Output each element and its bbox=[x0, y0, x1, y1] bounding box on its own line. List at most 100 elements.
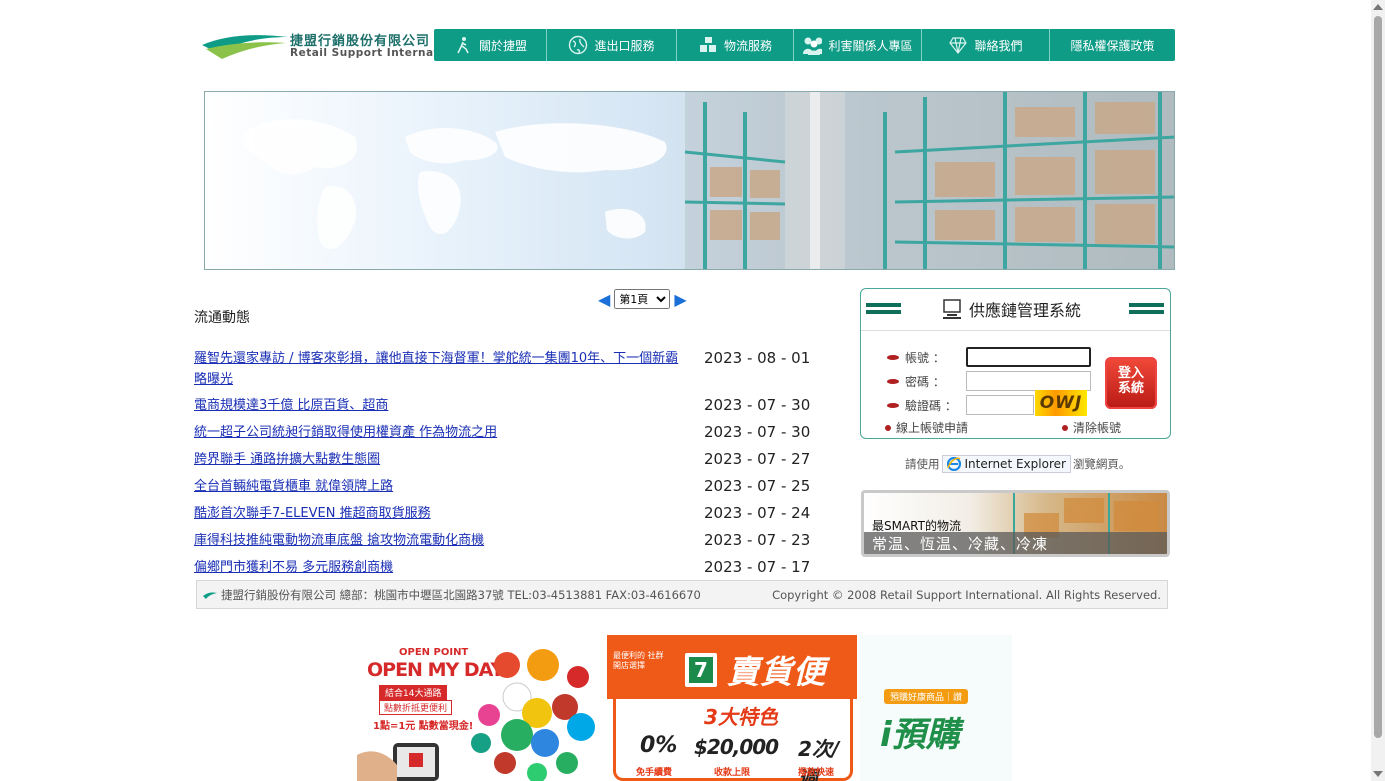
nav-stakeholders[interactable]: 利害關係人專區 bbox=[794, 29, 922, 61]
hero-banner bbox=[204, 91, 1175, 270]
news-link[interactable]: 統一超子公司統昶行銷取得使用權資產 作為物流之用 bbox=[194, 422, 690, 443]
company-logo[interactable]: 捷盟行銷股份有限公司 Retail Support International bbox=[200, 28, 470, 64]
login-button[interactable]: 登入 系統 bbox=[1105, 357, 1157, 409]
seven-ad-title: 賣貨便 bbox=[727, 653, 827, 691]
news-item: 酷澎首次聯手7-ELEVEN 推超商取貨服務 2023 - 07 - 24 bbox=[194, 503, 811, 530]
globe-icon bbox=[568, 35, 588, 55]
page-footer: 捷盟行銷股份有限公司 總部：桃園市中壢區北園路37號 TEL:03-451388… bbox=[196, 580, 1168, 609]
next-page-icon[interactable]: ▶ bbox=[674, 290, 686, 309]
captcha-image[interactable]: OWJ bbox=[1035, 390, 1087, 416]
i-preorder-ad[interactable]: 預購好康商品｜讚 i預購 bbox=[860, 635, 1012, 781]
nav-contact[interactable]: 聯絡我們 bbox=[922, 29, 1050, 61]
account-row: 帳號 ： bbox=[887, 349, 963, 366]
seven-ad-f2: $20,000 bbox=[694, 735, 779, 759]
nav-about[interactable]: 關於捷盟 bbox=[434, 29, 547, 61]
clear-account-label: 清除帳號 bbox=[1072, 421, 1121, 435]
login-title-wrap: 供應鏈管理系統 bbox=[941, 297, 1081, 321]
scroll-up-icon[interactable] bbox=[1373, 4, 1383, 10]
news-date: 2023 - 07 - 23 bbox=[704, 531, 811, 549]
ie-badge: Internet Explorer bbox=[941, 455, 1071, 473]
nav-privacy[interactable]: 隱私權保護政策 bbox=[1050, 29, 1175, 61]
page-scrollbar[interactable] bbox=[1371, 0, 1385, 781]
news-date: 2023 - 07 - 25 bbox=[704, 477, 811, 495]
news-link[interactable]: 庫得科技推純電動物流車底盤 搶攻物流電動化商機 bbox=[194, 530, 690, 551]
openpoint-ad[interactable]: OPEN POINT OPEN MY DAY! 結合14大通路 點數折抵更便利 … bbox=[357, 635, 604, 781]
login-header: 供應鏈管理系統 bbox=[861, 289, 1170, 331]
news-link[interactable]: 酷澎首次聯手7-ELEVEN 推超商取貨服務 bbox=[194, 503, 690, 524]
browser-note-suffix: 瀏覽網頁。 bbox=[1072, 457, 1131, 471]
news-date: 2023 - 07 - 30 bbox=[704, 396, 811, 414]
captcha-row: 驗證碼 ： bbox=[887, 397, 963, 414]
smart-logistics-banner[interactable]: 最SMART的物流 常温、恆温、冷藏、冷凍 bbox=[861, 490, 1170, 557]
header-bar-left bbox=[866, 303, 901, 317]
news-item: 跨界聯手 通路拚擴大點數生態圈 2023 - 07 - 27 bbox=[194, 449, 811, 476]
world-warehouse-illustration bbox=[243, 92, 1174, 269]
nav-about-label: 關於捷盟 bbox=[478, 38, 527, 53]
news-item: 全台首輛純電貨櫃車 就偉領牌上路 2023 - 07 - 25 bbox=[194, 476, 811, 503]
news-date: 2023 - 08 - 01 bbox=[704, 349, 811, 367]
seven-ad-f3-sub: 撥款快速 bbox=[798, 768, 835, 778]
ie-label: Internet Explorer bbox=[964, 457, 1066, 471]
seven-ad-f2-sub: 收款上限 bbox=[714, 768, 751, 778]
ipre-tag: 預購好康商品｜讚 bbox=[884, 689, 969, 704]
ie-logo-icon bbox=[946, 457, 961, 471]
news-link[interactable]: 羅智先還家專訪 / 博客來彰揖，讓他直接下海督軍！掌舵統一集團10年、下一個新霸… bbox=[194, 348, 690, 390]
header-bar-right bbox=[1129, 303, 1164, 317]
page-select[interactable]: 第1頁 bbox=[614, 289, 671, 309]
partner-logos-cluster bbox=[357, 649, 595, 781]
runner-icon bbox=[453, 35, 473, 55]
nav-privacy-label: 隱私權保護政策 bbox=[1070, 38, 1155, 53]
news-link[interactable]: 全台首輛純電貨櫃車 就偉領牌上路 bbox=[194, 476, 690, 497]
scroll-thumb[interactable] bbox=[1374, 16, 1382, 738]
seven-ad-f1-sub: 免手續費 bbox=[636, 768, 673, 778]
footer-swoosh-icon bbox=[203, 591, 217, 599]
main-nav: 關於捷盟 進出口服務 物流服務 利害關係人專區 聯絡我們 隱私權保護政策 bbox=[434, 29, 1175, 61]
diamond-icon bbox=[948, 35, 968, 55]
nav-import-export[interactable]: 進出口服務 bbox=[547, 29, 677, 61]
seven-logo-icon: 7 bbox=[685, 653, 717, 687]
news-date: 2023 - 07 - 24 bbox=[704, 504, 811, 522]
news-date: 2023 - 07 - 27 bbox=[704, 450, 811, 468]
seven-ad-tag: 最便利的 社群開店選擇 bbox=[613, 651, 664, 670]
bullet-icon bbox=[887, 379, 899, 384]
nav-contact-label: 聯絡我們 bbox=[974, 38, 1023, 53]
captcha-input[interactable] bbox=[966, 395, 1034, 415]
clear-account-link[interactable]: 清除帳號 bbox=[1061, 419, 1121, 436]
footer-copyright: Copyright © 2008 Retail Support Internat… bbox=[772, 587, 1161, 602]
account-input[interactable] bbox=[966, 347, 1091, 367]
apply-account-link[interactable]: 線上帳號申請 bbox=[885, 419, 968, 436]
smart-banner-subtitle: 常温、恆温、冷藏、冷凍 bbox=[864, 532, 1167, 554]
password-label: 密碼 ： bbox=[905, 375, 945, 389]
news-link[interactable]: 偏鄉門市獲利不易 多元服務創商機 bbox=[194, 557, 690, 578]
boxes-icon bbox=[698, 35, 718, 55]
news-item: 統一超子公司統昶行銷取得使用權資產 作為物流之用 2023 - 07 - 30 bbox=[194, 422, 810, 449]
bullet-icon bbox=[885, 424, 891, 431]
nav-logistics[interactable]: 物流服務 bbox=[677, 29, 794, 61]
login-title: 供應鏈管理系統 bbox=[969, 301, 1082, 320]
nav-logistics-label: 物流服務 bbox=[723, 38, 772, 53]
news-item: 庫得科技推純電動物流車底盤 搶攻物流電動化商機 2023 - 07 - 23 bbox=[194, 530, 811, 557]
scm-login-panel: 供應鏈管理系統 帳號 ： 密碼 ： 驗證碼 ： OWJ 登入 系統 線上帳號申請… bbox=[860, 288, 1171, 439]
seven-ad-body: 3大特色 0% $20,000 2次/週 免手續費 收款上限 撥款快速 bbox=[613, 699, 853, 781]
bullet-icon bbox=[887, 403, 899, 408]
password-row: 密碼 ： bbox=[887, 373, 963, 390]
computer-icon bbox=[943, 299, 961, 319]
password-input[interactable] bbox=[966, 371, 1091, 391]
apply-account-label: 線上帳號申請 bbox=[896, 421, 969, 435]
news-link[interactable]: 電商規模達3千億 比原百貨、超商 bbox=[194, 395, 690, 416]
news-pager: ◀ 第1頁 ▶ bbox=[598, 289, 687, 309]
people-icon bbox=[802, 35, 823, 55]
seven-ad-header: 最便利的 社群開店選擇 7 賣貨便 bbox=[607, 635, 857, 699]
seven-ad-feature: 3大特色 bbox=[704, 705, 778, 729]
seven-eleven-ad[interactable]: 最便利的 社群開店選擇 7 賣貨便 3大特色 0% $20,000 2次/週 免… bbox=[607, 635, 857, 781]
news-item: 羅智先還家專訪 / 博客來彰揖，讓他直接下海督軍！掌舵統一集團10年、下一個新霸… bbox=[194, 348, 811, 395]
bullet-icon bbox=[887, 355, 899, 360]
news-list: 羅智先還家專訪 / 博客來彰揖，讓他直接下海督軍！掌舵統一集團10年、下一個新霸… bbox=[194, 348, 811, 584]
scroll-down-icon[interactable] bbox=[1373, 771, 1383, 777]
seven-ad-f1: 0% bbox=[640, 733, 678, 758]
login-button-label: 登入 系統 bbox=[1117, 366, 1144, 396]
news-link[interactable]: 跨界聯手 通路拚擴大點數生態圈 bbox=[194, 449, 690, 470]
nav-import-export-label: 進出口服務 bbox=[594, 38, 655, 53]
page: 捷盟行銷股份有限公司 Retail Support International … bbox=[0, 0, 1385, 781]
prev-page-icon[interactable]: ◀ bbox=[598, 290, 610, 309]
